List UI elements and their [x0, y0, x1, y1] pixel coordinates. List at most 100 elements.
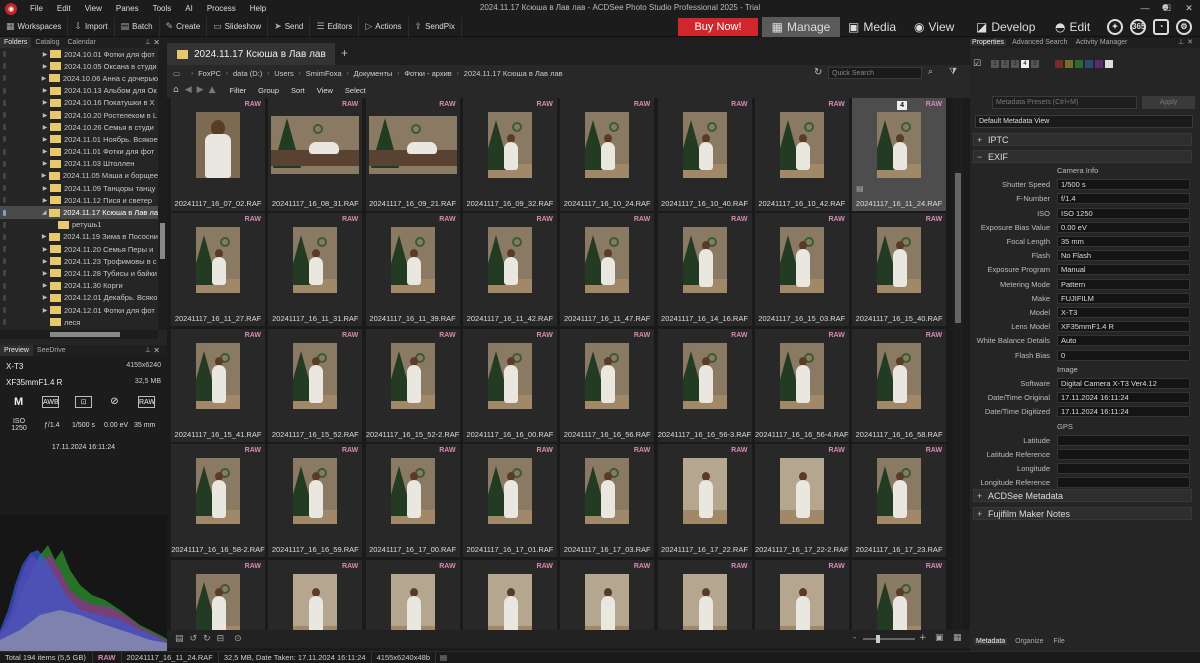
folder-hscrollbar[interactable] — [0, 330, 158, 339]
folder-item[interactable]: ▶ 2024.11.01 Фотки для фот — [0, 146, 158, 158]
tab-calendar[interactable]: Calendar — [63, 37, 99, 48]
thumbnail-tile[interactable]: RAW 20241117_16_11_31.RAF — [268, 213, 363, 327]
batch-button[interactable]: ▤ Batch — [115, 16, 160, 37]
send-button[interactable]: ➤ Send — [268, 16, 311, 37]
color-label-none[interactable] — [1105, 60, 1114, 68]
folder-item[interactable]: ▶ 2024.10.01 Фотки для фот — [0, 48, 158, 60]
thumbnail-tile[interactable]: RAW 4 ▤ 20241117_16_11_24.RAF — [852, 98, 947, 211]
exif-value-field[interactable]: Auto — [1057, 335, 1190, 347]
folder-checkbox-icon[interactable] — [3, 246, 6, 253]
folder-item[interactable]: ▶ 2024.10.13 Альбом для Ок — [0, 85, 158, 97]
thumbnail-tile[interactable]: RAW 20241117_16_16_00.RAF — [462, 328, 557, 442]
crumb-folder[interactable]: 2024.11.17 Ксюша в Лав лав — [464, 69, 563, 78]
exif-value-field[interactable] — [1057, 434, 1190, 446]
thumbnail-tile[interactable]: RAW 20241117_16_16_56-3.RAF — [657, 328, 752, 442]
expand-arrow-icon[interactable]: ▶ — [40, 87, 50, 94]
thumbnail-tile[interactable]: RAW 20241117_16_17_22.RAF — [657, 444, 752, 558]
folder-item[interactable]: ▶ 2024.11.01 Ноябрь. Всякое — [0, 133, 158, 145]
up-icon[interactable]: ▲ — [209, 85, 216, 95]
thumbnail-tile[interactable]: RAW 20241117_16_10_40.RAF — [657, 98, 752, 211]
folder-item[interactable]: ▶ 2024.11.30 Корги — [0, 280, 158, 292]
folder-item[interactable]: ▶ 2024.10.06 Анна с дочерью — [0, 72, 158, 84]
exif-section[interactable]: − EXIF — [973, 150, 1192, 163]
tab-file[interactable]: File — [1052, 638, 1067, 645]
folder-item[interactable]: ▶ 2024.10.20 Ростелеком в L — [0, 109, 158, 121]
exif-value-field[interactable]: Manual — [1057, 264, 1190, 276]
color-label-red[interactable] — [1055, 60, 1064, 68]
folder-checkbox-icon[interactable] — [3, 319, 6, 326]
folder-checkbox-icon[interactable] — [3, 112, 6, 119]
folder-checkbox-icon[interactable] — [3, 307, 6, 314]
thumbnail-tile[interactable]: RAW 20241117_16_09_21.RAF — [365, 98, 460, 211]
menu-help[interactable]: Help — [243, 4, 273, 13]
slideshow-button[interactable]: ▭ Slideshow — [207, 16, 269, 37]
scrollbar-thumb[interactable] — [160, 223, 165, 259]
zoom-in-icon[interactable]: + — [919, 633, 927, 643]
play-icon[interactable]: ⊙ — [234, 634, 242, 644]
settings-icon[interactable]: ⚙ — [1176, 19, 1192, 35]
home-icon[interactable]: ⌂ — [173, 85, 179, 95]
manage-mode-button[interactable]: ▦ Manage — [762, 17, 840, 37]
menu-view[interactable]: View — [78, 4, 109, 13]
thumbnail-tile[interactable]: RAW — [852, 559, 947, 630]
expand-arrow-icon[interactable]: ▶ — [39, 75, 49, 82]
folder-checkbox-icon[interactable] — [3, 136, 6, 143]
thumbnail-tile[interactable]: RAW 20241117_16_17_22-2.RAF — [754, 444, 849, 558]
thumbnail-tile[interactable]: RAW 20241117_16_17_00.RAF — [365, 444, 460, 558]
exif-value-field[interactable]: 35 mm — [1057, 236, 1190, 247]
tab-preview[interactable]: Preview — [0, 345, 33, 356]
thumbnail-tile[interactable]: RAW 20241117_16_15_40.RAF — [852, 213, 947, 327]
refresh-icon[interactable]: ↻ — [814, 67, 822, 78]
rotate-right-icon[interactable]: ↻ — [203, 634, 211, 644]
folder-item[interactable]: ▶ 2024.10.05 Оксана в студи — [0, 60, 158, 72]
tab-metadata[interactable]: Metadata — [974, 638, 1008, 645]
workspaces-button[interactable]: ▦ Workspaces — [0, 16, 69, 37]
properties-close-icon[interactable]: ✕ — [1185, 37, 1195, 48]
dashboard-icon[interactable]: ◔ — [1153, 19, 1169, 35]
exif-value-field[interactable]: ISO 1250 — [1057, 207, 1190, 219]
folder-checkbox-icon[interactable] — [3, 221, 6, 228]
exif-value-field[interactable]: 0.00 eV — [1057, 221, 1190, 233]
tab-activity-manager[interactable]: Activity Manager — [1074, 39, 1130, 46]
minimize-icon[interactable]: — — [1134, 0, 1156, 17]
folder-checkbox-icon[interactable] — [3, 124, 6, 131]
folder-item[interactable]: ▶ 2024.10.16 Покатушки в Х — [0, 97, 158, 109]
media-mode-button[interactable]: ▣ Media — [848, 17, 896, 37]
group-menu[interactable]: Group — [252, 86, 285, 95]
tab-properties[interactable]: Properties — [970, 39, 1006, 46]
folder-item[interactable]: ◢ 2024.11.17 Ксюша в Лав ла — [0, 206, 158, 219]
create-button[interactable]: ✎ Create — [160, 16, 208, 37]
tab-catalog[interactable]: Catalog — [31, 37, 63, 48]
crumb-data[interactable]: data (D:) — [233, 69, 262, 78]
crumb-documents[interactable]: Документы — [354, 69, 393, 78]
folder-item[interactable]: ▶ 2024.12.01 Фотки для фот — [0, 304, 158, 316]
rotate-left-icon[interactable]: ↺ — [190, 634, 198, 644]
thumbnail-tile[interactable]: RAW 20241117_16_10_24.RAF — [560, 98, 655, 211]
folder-item[interactable]: ▶ 2024.11.12 Пися и светер — [0, 194, 158, 206]
thumbnail-tile[interactable]: RAW 20241117_16_15_03.RAF — [754, 213, 849, 327]
details-view-icon[interactable]: ▦ — [953, 633, 962, 643]
exif-value-field[interactable]: X-T3 — [1057, 307, 1190, 318]
thumbnail-tile[interactable]: RAW 20241117_16_16_58.RAF — [852, 328, 947, 442]
expanded-arrow-icon[interactable]: ◢ — [39, 209, 49, 216]
folder-item[interactable]: ▶ 2024.11.19 Зима в Пососни — [0, 231, 158, 243]
thumbnail-tile[interactable]: RAW — [754, 559, 849, 630]
menu-ai[interactable]: AI — [178, 4, 200, 13]
exif-value-field[interactable] — [1057, 463, 1190, 475]
tab-seedrive[interactable]: SeeDrive — [33, 345, 70, 356]
tab-organize[interactable]: Organize — [1013, 638, 1045, 645]
exif-value-field[interactable]: FUJIFILM — [1057, 292, 1190, 304]
365-icon[interactable]: 365 — [1130, 19, 1146, 35]
zoom-out-icon[interactable]: - — [853, 633, 856, 643]
thumbnail-tile[interactable]: RAW 20241117_16_16_56.RAF — [560, 328, 655, 442]
color-label-green[interactable] — [1075, 60, 1084, 68]
expand-arrow-icon[interactable]: ▶ — [40, 136, 50, 143]
tab-advanced-search[interactable]: Advanced Search — [1010, 39, 1069, 46]
sort-menu[interactable]: Sort — [285, 86, 311, 95]
import-button[interactable]: ⇩ Import — [68, 16, 115, 37]
thumbnail-tile[interactable]: RAW — [657, 559, 752, 630]
thumbnail-tile[interactable]: RAW 20241117_16_15_41.RAF — [171, 328, 265, 442]
fujifilm-maker-notes-section[interactable]: + Fujifilm Maker Notes — [973, 507, 1192, 520]
apply-button[interactable]: Apply — [1142, 96, 1195, 109]
color-label-blue[interactable] — [1085, 60, 1094, 68]
